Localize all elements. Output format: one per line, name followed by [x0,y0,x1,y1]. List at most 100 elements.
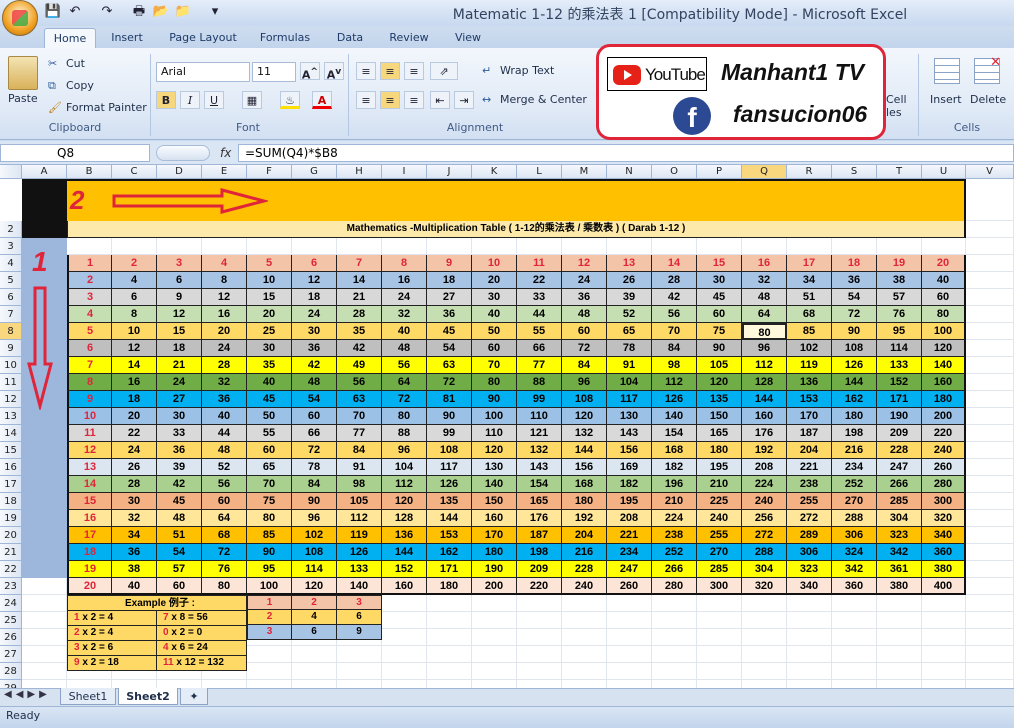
table-cell[interactable]: 400 [922,578,966,595]
table-cell[interactable]: 5 [247,255,292,272]
table-cell[interactable]: 48 [157,510,202,527]
table-cell[interactable]: 90 [292,493,337,510]
table-cell[interactable]: 36 [202,391,247,408]
table-cell[interactable]: 80 [382,408,427,425]
table-cell[interactable]: 143 [607,425,652,442]
table-cell[interactable]: 40 [382,323,427,340]
table-cell[interactable]: 33 [157,425,202,442]
table-cell[interactable]: 54 [157,544,202,561]
table-cell[interactable]: 27 [157,391,202,408]
table-cell[interactable]: 55 [247,425,292,442]
table-cell[interactable]: 156 [607,442,652,459]
table-cell[interactable]: 56 [382,357,427,374]
table-cell[interactable]: 140 [922,357,966,374]
table-cell[interactable]: 153 [787,391,832,408]
table-cell[interactable]: 18 [67,544,112,561]
table-cell[interactable]: 14 [112,357,157,374]
row-header[interactable]: 27 [0,646,22,663]
sheet-nav-icons[interactable]: ◀◀▶▶ [4,689,51,700]
table-cell[interactable]: 50 [472,323,517,340]
table-cell[interactable]: 240 [562,578,607,595]
table-cell[interactable]: 304 [742,561,787,578]
row-header[interactable]: 22 [0,561,22,578]
column-header[interactable]: E [202,165,247,179]
table-cell[interactable]: 56 [202,476,247,493]
align-right-icon[interactable]: ≡ [404,91,424,109]
table-cell[interactable]: 17 [67,527,112,544]
insert-sheet-icon[interactable]: ✦ [180,688,208,705]
table-cell[interactable]: 114 [292,561,337,578]
table-cell[interactable]: 110 [472,425,517,442]
table-cell[interactable]: 208 [607,510,652,527]
table-cell[interactable]: 102 [292,527,337,544]
table-cell[interactable]: 80 [202,578,247,595]
table-cell[interactable]: 170 [472,527,517,544]
decrease-indent-icon[interactable]: ⇤ [430,91,450,109]
table-cell[interactable]: 300 [697,578,742,595]
table-cell[interactable]: 80 [922,306,966,323]
table-cell[interactable]: 24 [157,374,202,391]
table-cell[interactable]: 34 [787,272,832,289]
underline-button[interactable]: U [204,91,224,109]
table-cell[interactable]: 6 [67,340,112,357]
wrap-text-button[interactable]: Wrap Text [500,64,554,77]
table-cell[interactable]: 112 [382,476,427,493]
table-cell[interactable]: 51 [787,289,832,306]
row-header[interactable]: 15 [0,442,22,459]
table-cell[interactable]: 132 [562,425,607,442]
table-cell[interactable]: 57 [877,289,922,306]
font-name-select[interactable]: Arial [156,62,250,82]
table-cell[interactable]: 12 [292,272,337,289]
table-cell[interactable]: 6 [157,272,202,289]
customize-icon[interactable]: ▾ [206,3,224,21]
table-cell[interactable]: 48 [742,289,787,306]
table-cell[interactable]: 208 [742,459,787,476]
table-cell[interactable]: 26 [112,459,157,476]
grow-font-icon[interactable]: A^ [300,62,320,82]
table-cell[interactable]: 40 [922,272,966,289]
table-cell[interactable]: 187 [517,527,562,544]
table-cell[interactable]: 48 [292,374,337,391]
table-cell[interactable]: 100 [922,323,966,340]
column-header[interactable]: T [877,165,922,179]
table-cell[interactable]: 150 [472,493,517,510]
table-cell[interactable]: 108 [832,340,877,357]
table-cell[interactable]: 9 [157,289,202,306]
table-cell[interactable]: 70 [652,323,697,340]
table-cell[interactable]: 247 [607,561,652,578]
mini-table-cell[interactable]: 2 [247,610,292,625]
table-cell[interactable]: 221 [787,459,832,476]
table-cell[interactable]: 168 [562,476,607,493]
paste-button[interactable]: Paste [8,92,38,105]
table-cell[interactable]: 51 [157,527,202,544]
name-box[interactable]: Q8 [0,144,150,162]
table-cell[interactable]: 19 [67,561,112,578]
table-cell[interactable]: 360 [832,578,877,595]
table-cell[interactable]: 21 [157,357,202,374]
mini-table-cell[interactable]: 6 [292,625,337,640]
table-cell[interactable]: 102 [787,340,832,357]
table-cell[interactable]: 26 [607,272,652,289]
mini-table-cell[interactable]: 3 [247,625,292,640]
table-cell[interactable]: 152 [877,374,922,391]
column-header[interactable]: O [652,165,697,179]
table-cell[interactable]: 25 [247,323,292,340]
paste-icon[interactable] [8,56,38,90]
table-cell[interactable]: 22 [112,425,157,442]
table-cell[interactable]: 54 [292,391,337,408]
align-bottom-icon[interactable]: ≡ [404,62,424,80]
table-cell[interactable]: 104 [382,459,427,476]
table-cell[interactable]: 180 [922,391,966,408]
table-cell[interactable]: 8 [202,272,247,289]
row-header[interactable]: 20 [0,527,22,544]
table-cell[interactable]: 42 [652,289,697,306]
table-cell[interactable]: 280 [652,578,697,595]
table-cell[interactable]: 60 [247,442,292,459]
table-cell[interactable]: 126 [832,357,877,374]
table-cell[interactable]: 200 [922,408,966,425]
column-header[interactable]: U [922,165,966,179]
table-cell[interactable]: 28 [202,357,247,374]
table-cell[interactable]: 39 [607,289,652,306]
table-cell[interactable]: 91 [607,357,652,374]
table-cell[interactable]: 234 [832,459,877,476]
